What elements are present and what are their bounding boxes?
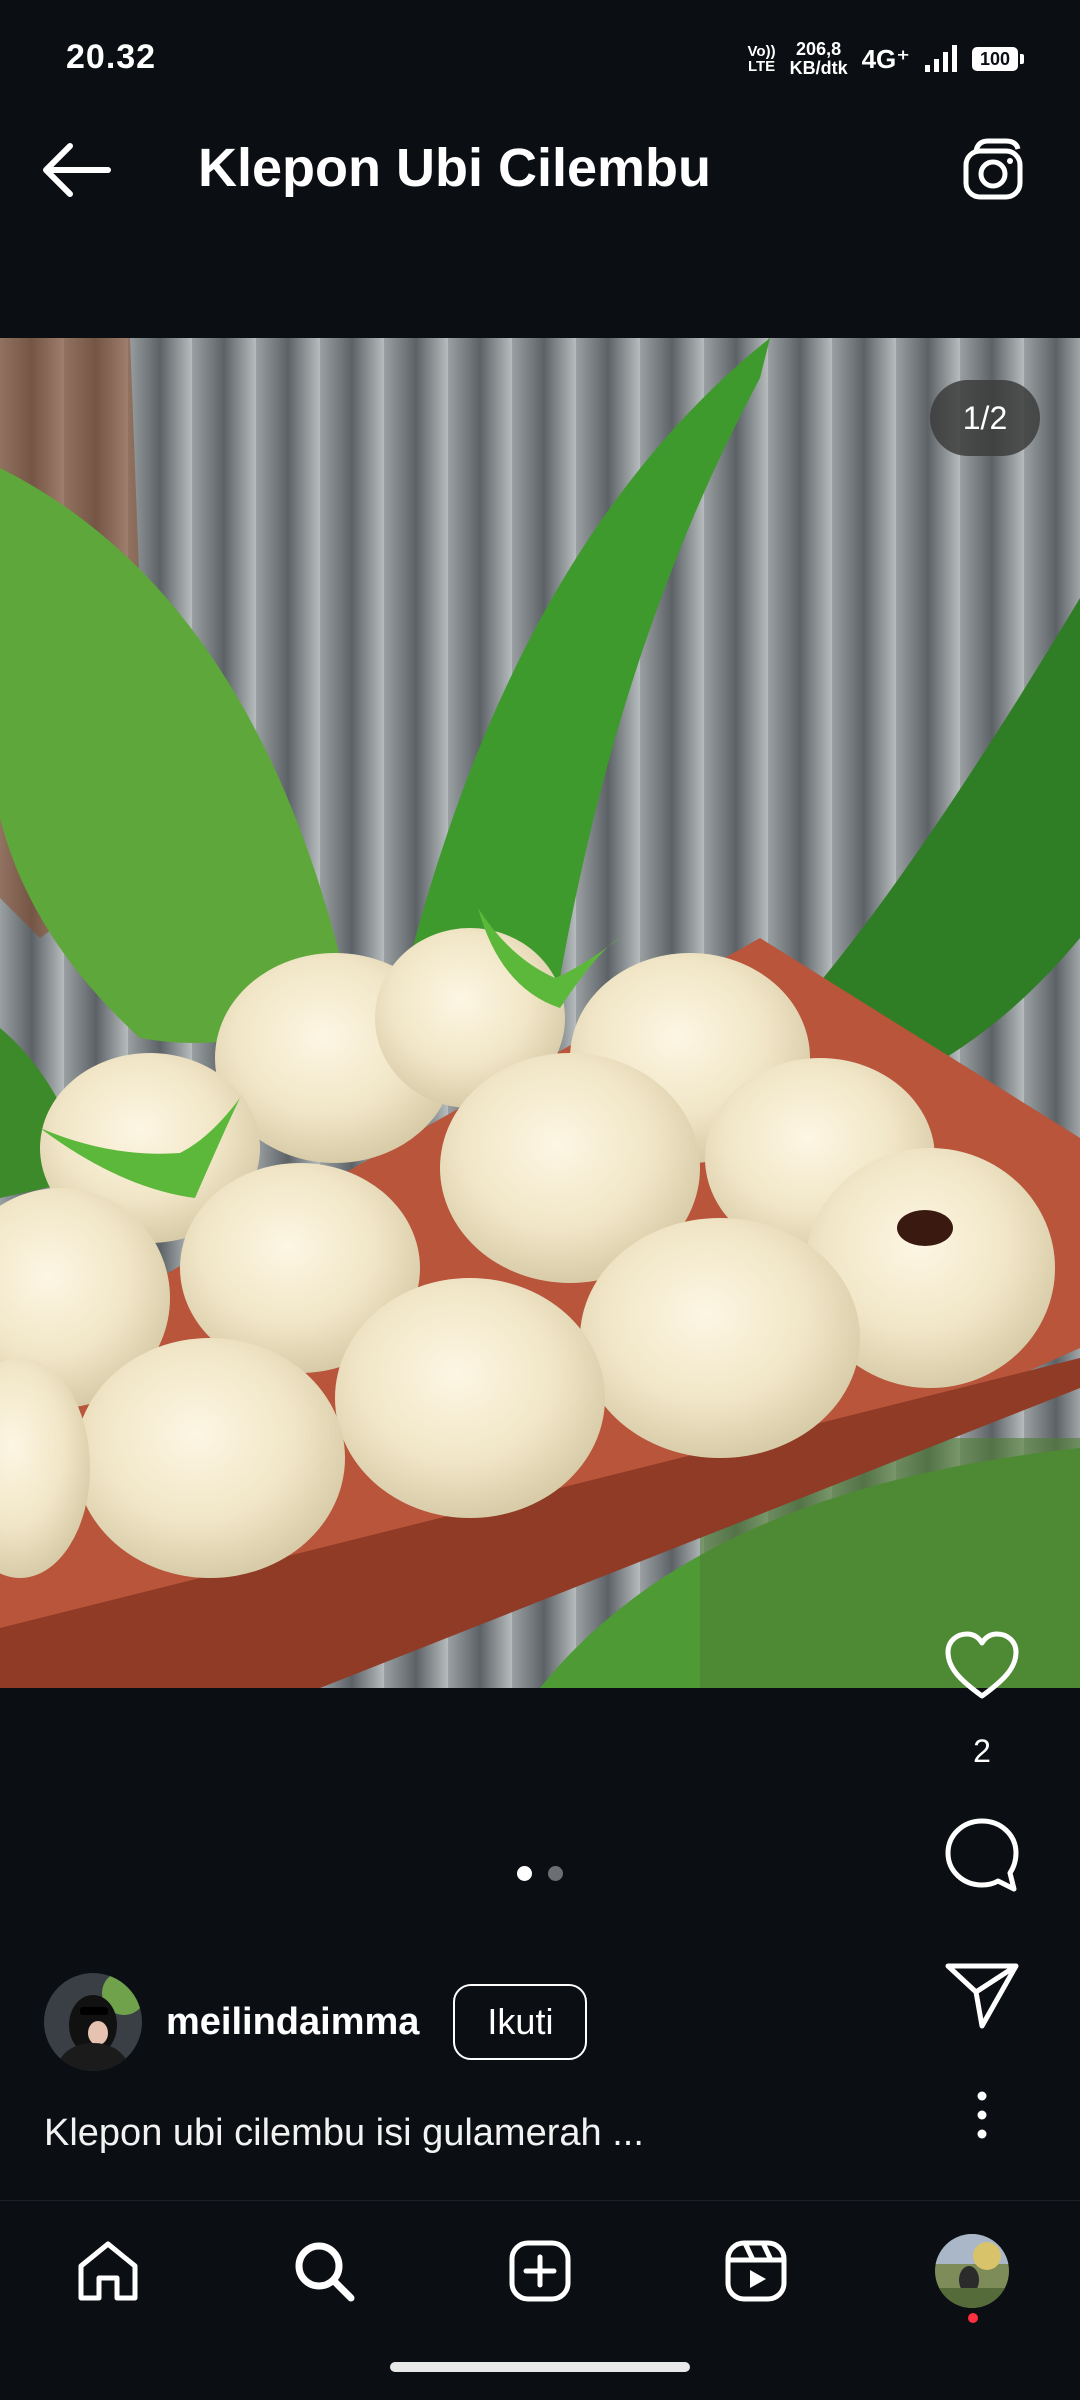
nav-create-post[interactable] — [500, 2231, 580, 2311]
carousel-dot-1 — [517, 1866, 532, 1881]
home-icon — [78, 2241, 138, 2301]
post-caption[interactable]: Klepon ubi cilembu isi gulamerah ... — [44, 2112, 644, 2155]
status-bar: 20.32 Vo)) LTE 206,8 KB/dtk 4G⁺ 100 — [0, 0, 1080, 95]
more-options-button[interactable] — [922, 2090, 1042, 2145]
post-photo[interactable]: 1/2 — [0, 338, 1080, 1688]
search-icon — [295, 2242, 355, 2302]
home-indicator[interactable] — [390, 2362, 690, 2372]
carousel-dots — [0, 1866, 1080, 1881]
heart-icon — [945, 1631, 1019, 1699]
back-button[interactable] — [38, 135, 118, 205]
comment-button[interactable] — [922, 1815, 1042, 1900]
like-button[interactable] — [922, 1630, 1042, 1707]
more-vertical-icon — [977, 2091, 987, 2139]
like-count: 2 — [973, 1733, 991, 1769]
profile-avatar — [935, 2234, 1009, 2308]
reels-icon — [725, 2240, 787, 2302]
status-icons: Vo)) LTE 206,8 KB/dtk 4G⁺ 100 — [747, 39, 1024, 78]
volte-indicator: Vo)) LTE — [747, 43, 776, 75]
nav-profile[interactable] — [932, 2231, 1012, 2311]
author-avatar-image — [44, 1973, 142, 2071]
page-title: Klepon Ubi Cilembu — [198, 138, 711, 198]
arrow-left-icon — [43, 143, 111, 197]
post-screen: 20.32 Vo)) LTE 206,8 KB/dtk 4G⁺ 100 Klep… — [0, 0, 1080, 2400]
nav-search[interactable] — [284, 2231, 364, 2311]
share-button[interactable] — [922, 1960, 1042, 2035]
top-bar: Klepon Ubi Cilembu — [0, 95, 1080, 245]
notification-dot — [968, 2313, 978, 2323]
follow-button[interactable]: Ikuti — [453, 1984, 588, 2060]
nav-reels[interactable] — [716, 2231, 796, 2311]
klepon-photo-illustration — [0, 338, 1080, 1688]
comment-icon — [945, 1818, 1019, 1892]
profile-avatar-image — [935, 2234, 1009, 2308]
signal-icon — [925, 45, 957, 72]
add-post-icon — [509, 2240, 571, 2302]
carousel-dot-2 — [548, 1866, 563, 1881]
network-speed: 206,8 KB/dtk — [789, 39, 848, 78]
send-icon — [945, 1963, 1019, 2029]
page-indicator-badge: 1/2 — [930, 380, 1040, 456]
nav-home[interactable] — [68, 2231, 148, 2311]
network-type: 4G⁺ — [861, 43, 910, 74]
post-author-row: meilindaimma Ikuti — [44, 1972, 588, 2072]
status-time: 20.32 — [66, 38, 157, 76]
avatar[interactable] — [44, 1973, 142, 2071]
battery-indicator: 100 — [972, 47, 1024, 71]
author-username[interactable]: meilindaimma — [166, 2001, 419, 2044]
camera-button[interactable] — [960, 137, 1030, 207]
camera-icon — [963, 138, 1023, 200]
